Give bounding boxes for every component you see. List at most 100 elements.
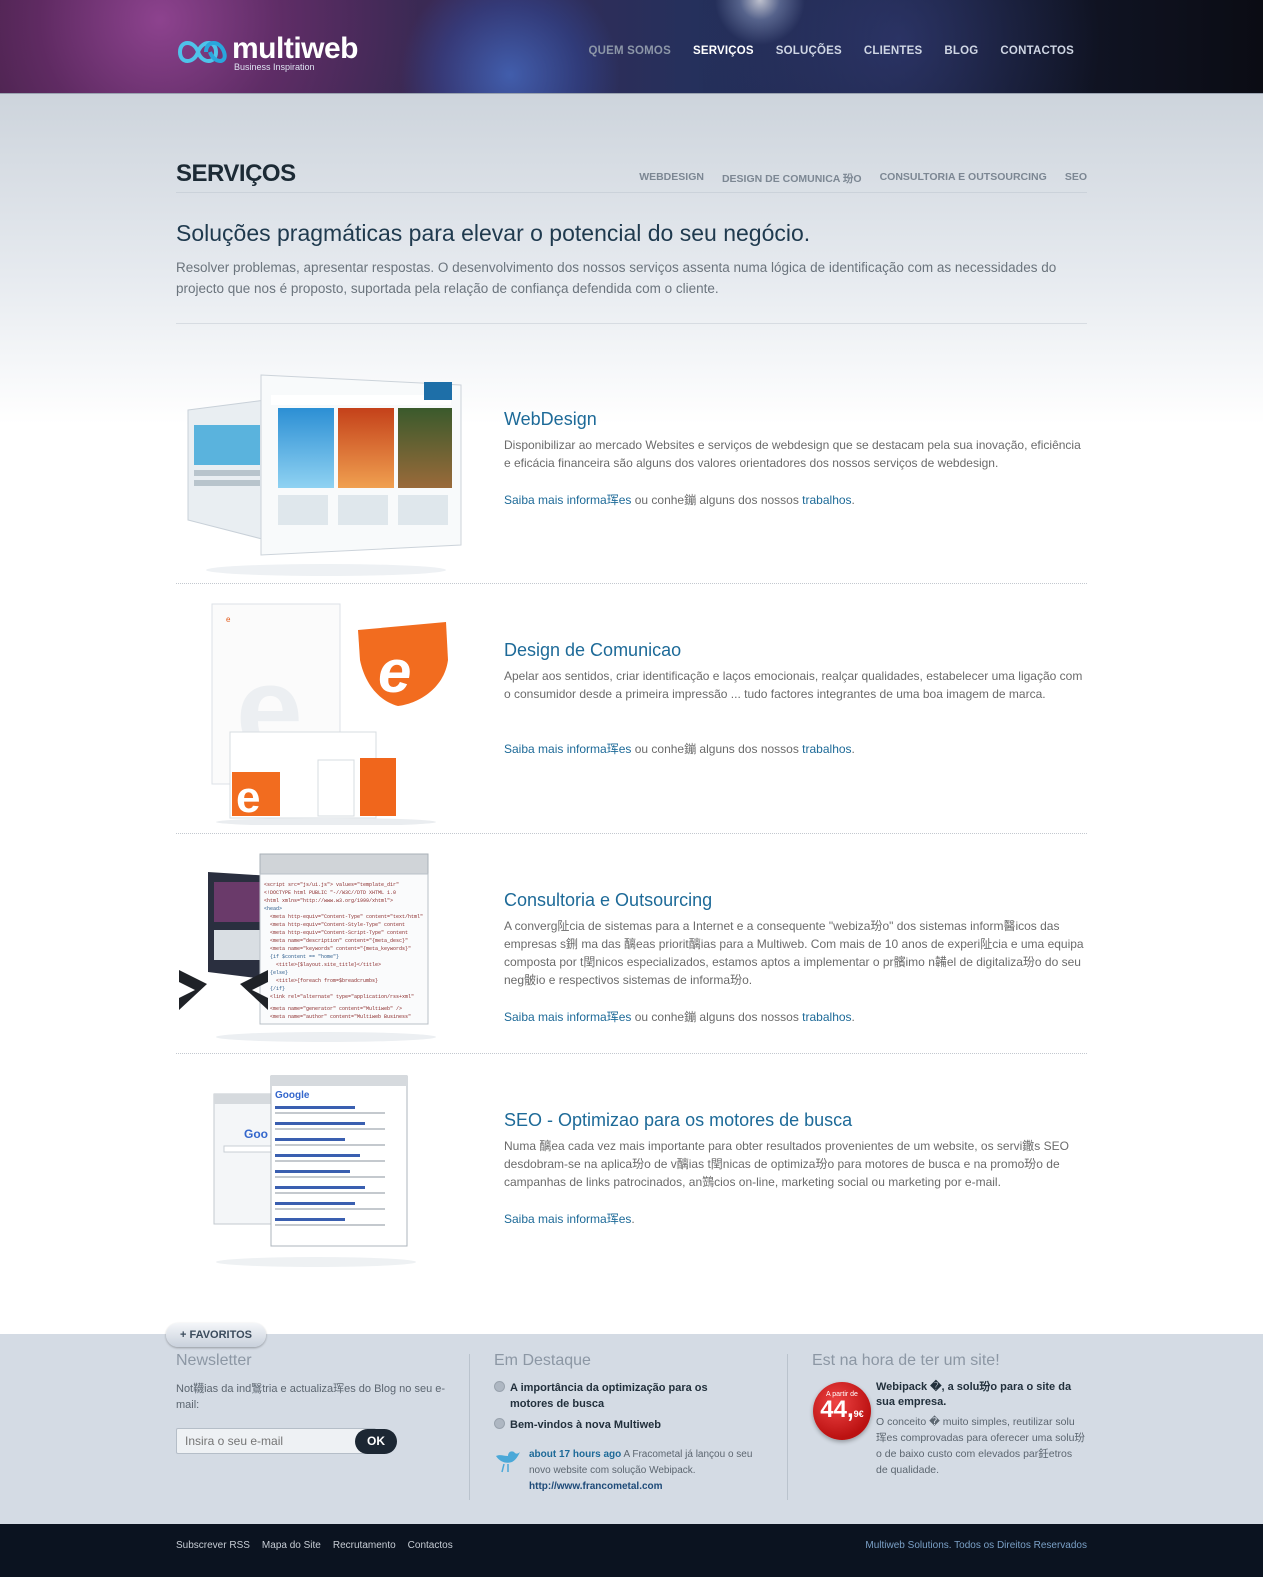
svg-text:<meta name="keywords" content=: <meta name="keywords" content="{meta_key…	[270, 946, 411, 952]
portfolio-link[interactable]: trabalhos	[802, 1010, 851, 1024]
svg-text:{if $content == "home"}: {if $content == "home"}	[270, 954, 339, 960]
divider	[176, 192, 1087, 193]
service-links-design-comunicacao: Saiba mais informa珲es ou conhe鏰 alguns d…	[504, 740, 855, 757]
divider	[176, 583, 1087, 584]
bullet-icon	[494, 1381, 505, 1392]
consultoria-thumbnail: <script src="js/ui.js"> values="template…	[179, 853, 436, 1042]
newsletter-text: Not韈ias da ind鷖tria e actualiza珲es do Bl…	[176, 1383, 446, 1411]
footer-link-sitemap[interactable]: Mapa do Site	[262, 1540, 321, 1551]
newsletter-title: Newsletter	[176, 1352, 252, 1369]
tweet-time[interactable]: about 17 hours ago	[529, 1449, 621, 1460]
favoritos-button[interactable]: + FAVORITOS	[166, 1323, 266, 1347]
promo-text: O conceito � muito simples, reutilizar s…	[876, 1416, 1075, 1428]
svg-text:<meta name="description" conte: <meta name="description" content="{meta_…	[270, 938, 408, 944]
subnav-seo[interactable]: SEO	[1065, 171, 1087, 186]
site-header: multiweb Business Inspiration QUEM SOMOS…	[0, 0, 1263, 94]
copyright: Multiweb Solutions. Todos os Direitos Re…	[865, 1540, 1087, 1551]
price-badge[interactable]: A partir de 44,9€	[813, 1382, 871, 1440]
svg-text:e: e	[378, 638, 411, 705]
price-badge-value: 44,9€	[820, 1396, 864, 1423]
svg-text:Google: Google	[275, 1090, 310, 1101]
svg-text:<html xmlns="http://www.w3.org: <html xmlns="http://www.w3.org/1999/xhtm…	[264, 898, 393, 904]
service-desc-consultoria: A converg阯cia de sistemas para a Interne…	[504, 919, 1084, 987]
svg-text:<meta name="generator" content: <meta name="generator" content="Multiweb…	[270, 1006, 402, 1012]
more-info-link[interactable]: Saiba mais informa珲es	[504, 493, 631, 507]
promo-title: Est na hora de ter um site!	[812, 1352, 1000, 1369]
svg-text:<meta http-equiv="Content-Styl: <meta http-equiv="Content-Style-Type" co…	[270, 922, 405, 928]
destaque-item[interactable]: A importância da optimização para os mot…	[494, 1380, 740, 1412]
links-connector: ou conhe鏰 alguns dos nossos	[631, 1010, 803, 1024]
more-info-link[interactable]: Saiba mais informa珲es	[504, 742, 631, 756]
service-desc-webdesign: Disponibilizar ao mercado Websites e ser…	[504, 438, 1081, 470]
service-title-design-comunicacao: Design de Comunicao	[504, 640, 682, 660]
divider	[176, 1053, 1087, 1054]
links-end: .	[631, 1212, 635, 1226]
more-info-link[interactable]: Saiba mais informa珲es	[504, 1212, 631, 1226]
svg-text:<meta http-equiv="Content-Type: <meta http-equiv="Content-Type" content=…	[270, 914, 423, 920]
multiweb-logo-icon	[177, 41, 227, 63]
portfolio-link[interactable]: trabalhos	[802, 742, 851, 756]
svg-text:e: e	[226, 615, 231, 624]
service-links-consultoria: Saiba mais informa珲es ou conhe鏰 alguns d…	[504, 1008, 855, 1025]
subnav-design-comunicacao[interactable]: DESIGN DE COMUNICA 玢O	[722, 171, 862, 186]
destaque-title: Em Destaque	[494, 1352, 591, 1369]
service-links-webdesign: Saiba mais informa珲es ou conhe鏰 alguns d…	[504, 491, 855, 508]
latest-tweet: about 17 hours ago A Fracometal já lanço…	[529, 1447, 769, 1495]
tweet-link[interactable]: http://www.francometal.com	[529, 1481, 663, 1492]
nav-item-quem-somos[interactable]: QUEM SOMOS	[588, 45, 671, 57]
nav-item-blog[interactable]: BLOG	[944, 45, 978, 57]
svg-text:<link rel="alternate" type="ap: <link rel="alternate" type="application/…	[270, 994, 414, 1000]
service-desc-design-comunicacao: Apelar aos sentidos, criar identificação…	[504, 669, 1083, 701]
nav-item-clientes[interactable]: CLIENTES	[864, 45, 922, 57]
seo-thumbnail: Goo Google	[213, 1075, 416, 1267]
service-title-consultoria: Consultoria e Outsourcing	[504, 890, 713, 910]
svg-text:<title>{$layout.site_title}</t: <title>{$layout.site_title}</title>	[276, 962, 381, 968]
service-title-seo: SEO - Optimizao para os motores de busca	[504, 1110, 853, 1130]
nav-item-servicos[interactable]: SERVIÇOS	[693, 45, 754, 57]
design-comunicacao-thumbnail: e e e e	[211, 603, 448, 825]
subnav-webdesign[interactable]: WEBDESIGN	[639, 171, 704, 186]
more-info-link[interactable]: Saiba mais informa珲es	[504, 1010, 631, 1024]
footer-link-rss[interactable]: Subscrever RSS	[176, 1540, 250, 1551]
svg-text:<title>{foreach from=$breadcru: <title>{foreach from=$breadcrumbs}	[276, 978, 378, 984]
service-links-seo: Saiba mais informa珲es.	[504, 1210, 635, 1227]
service-title-webdesign: WebDesign	[504, 409, 597, 429]
newsletter-email-input[interactable]	[176, 1428, 376, 1454]
svg-text:<script src="js/ui.js"> values: <script src="js/ui.js"> values="template…	[264, 882, 399, 888]
nav-item-solucoes[interactable]: SOLUÇÕES	[776, 45, 842, 57]
svg-text:{else}: {else}	[270, 970, 288, 976]
divider	[176, 323, 1087, 324]
main-nav: QUEM SOMOS SERVIÇOS SOLUÇÕES CLIENTES BL…	[566, 45, 1074, 57]
promo-headline[interactable]: Webipack �, a solu玢o para o site da sua …	[876, 1380, 1086, 1410]
links-end: .	[851, 742, 855, 756]
logo-text: multiweb	[232, 32, 359, 65]
column-separator	[787, 1354, 788, 1500]
webdesign-thumbnail	[187, 374, 462, 576]
logo-tagline: Business Inspiration	[234, 62, 315, 72]
divider	[176, 833, 1087, 834]
svg-text:Goo: Goo	[244, 1127, 268, 1141]
newsletter-submit-button[interactable]: OK	[355, 1429, 397, 1454]
links-connector: ou conhe鏰 alguns dos nossos	[631, 742, 803, 756]
twitter-bird-icon	[496, 1451, 520, 1473]
nav-item-contactos[interactable]: CONTACTOS	[1000, 45, 1074, 57]
footer-link-contactos[interactable]: Contactos	[408, 1540, 453, 1551]
footer-link-recrutamento[interactable]: Recrutamento	[333, 1540, 396, 1551]
svg-text:<meta http-equiv="Content-Scri: <meta http-equiv="Content-Script-Type" c…	[270, 930, 408, 936]
subnav-consultoria[interactable]: CONSULTORIA E OUTSOURCING	[880, 171, 1047, 186]
destaque-item[interactable]: Bem-vindos à nova Multiweb	[494, 1417, 740, 1433]
portfolio-link[interactable]: trabalhos	[802, 493, 851, 507]
column-separator	[469, 1354, 470, 1500]
links-end: .	[851, 493, 855, 507]
svg-text:<meta name="author" content="M: <meta name="author" content="Multiweb Bu…	[270, 1014, 411, 1020]
destaque-item-label: Bem-vindos à nova Multiweb	[510, 1419, 661, 1431]
destaque-item-label: A importância da optimização para os mot…	[510, 1382, 708, 1410]
footer-links: Subscrever RSS Mapa do Site Recrutamento…	[176, 1540, 465, 1551]
svg-text:<head>: <head>	[264, 906, 282, 912]
page-intro: Resolver problemas, apresentar respostas…	[176, 260, 1057, 296]
svg-text:{/if}: {/if}	[270, 986, 285, 992]
links-end: .	[851, 1010, 855, 1024]
promo-text-continued: 珲es comprovadas para oferecer uma solu玢o…	[876, 1432, 1085, 1476]
bullet-icon	[494, 1418, 505, 1429]
site-logo[interactable]: multiweb Business Inspiration	[176, 30, 376, 75]
